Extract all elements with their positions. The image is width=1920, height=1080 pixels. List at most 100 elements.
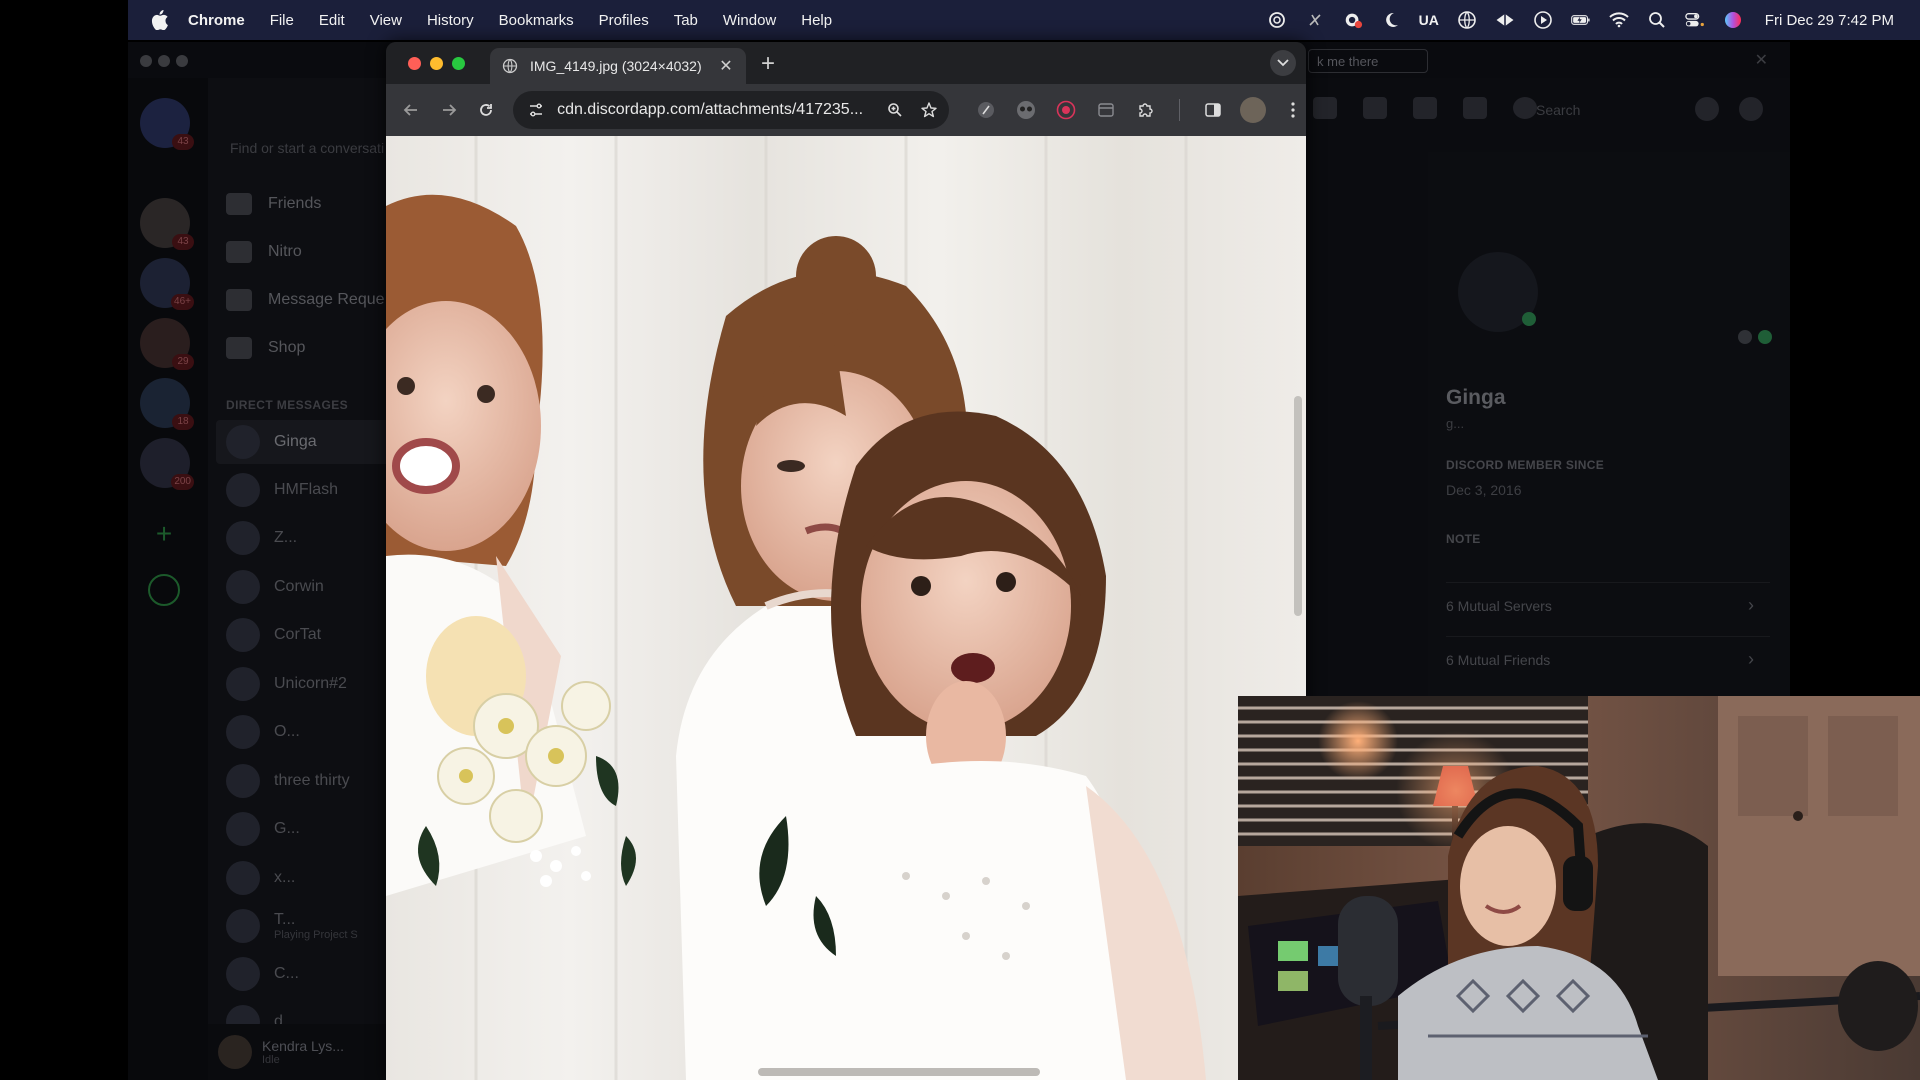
- chrome-window: IMG_4149.jpg (3024×4032) ✕ + cdn.discord…: [386, 42, 1306, 1080]
- moon-icon[interactable]: [1381, 10, 1401, 30]
- mutual-servers-row[interactable]: 6 Mutual Servers ›: [1446, 582, 1770, 628]
- server-icon[interactable]: 43: [140, 198, 194, 250]
- extensions-puzzle-icon[interactable]: [1133, 97, 1159, 123]
- chat-search-input[interactable]: Search: [1528, 97, 1678, 125]
- discord-zoom-button[interactable]: [176, 55, 188, 67]
- avatar: [226, 812, 260, 846]
- input-source-icon[interactable]: UA: [1419, 10, 1439, 30]
- extension-feather-icon[interactable]: [973, 97, 999, 123]
- window-zoom-button[interactable]: [452, 57, 465, 70]
- url-text: cdn.discordapp.com/attachments/417235...: [557, 101, 864, 118]
- menu-profiles[interactable]: Profiles: [599, 12, 649, 29]
- discord-close-button[interactable]: [140, 55, 152, 67]
- avatar: [226, 618, 260, 652]
- friends-icon: [226, 193, 252, 215]
- forward-button[interactable]: [432, 93, 466, 127]
- toolbar-divider: [1179, 99, 1180, 121]
- server-badge: 43: [172, 234, 194, 250]
- play-icon[interactable]: [1533, 10, 1553, 30]
- extension-window-icon[interactable]: [1093, 97, 1119, 123]
- arrow-left-icon: [403, 104, 417, 116]
- notice-action-button[interactable]: k me there: [1308, 49, 1428, 73]
- side-panel-icon[interactable]: [1200, 97, 1226, 123]
- profile-name: Ginga: [1446, 386, 1506, 409]
- add-friend-icon[interactable]: [1463, 97, 1487, 119]
- server-rail: 43 43 46+ 29 18 200 +: [128, 78, 208, 1080]
- tab-close-icon[interactable]: ✕: [718, 56, 734, 76]
- menu-edit[interactable]: Edit: [319, 12, 345, 29]
- server-icon[interactable]: 18: [140, 378, 194, 430]
- horizontal-scrollbar[interactable]: [758, 1068, 1040, 1076]
- menu-bookmarks[interactable]: Bookmarks: [499, 12, 574, 29]
- badge-icon: [1758, 330, 1772, 344]
- server-icon[interactable]: 200: [140, 438, 194, 490]
- globe-icon[interactable]: [1457, 10, 1477, 30]
- apple-menu-icon[interactable]: [150, 10, 168, 30]
- feather-off-icon[interactable]: [1305, 10, 1325, 30]
- siri-icon[interactable]: [1723, 10, 1743, 30]
- address-bar[interactable]: cdn.discordapp.com/attachments/417235...: [513, 91, 949, 129]
- spotlight-search-icon[interactable]: [1647, 10, 1667, 30]
- avatar: [226, 521, 260, 555]
- profile-avatar[interactable]: [1240, 97, 1266, 123]
- shop-icon: [226, 337, 252, 359]
- menu-clock[interactable]: Fri Dec 29 7:42 PM: [1765, 12, 1894, 29]
- status-tray: UA Fri Dec 29 7:42 PM: [1267, 0, 1894, 40]
- voice-call-icon[interactable]: [1313, 97, 1337, 119]
- home-server-icon[interactable]: 43: [140, 98, 194, 150]
- wifi-icon[interactable]: [1609, 10, 1629, 30]
- menu-view[interactable]: View: [370, 12, 402, 29]
- menu-app-chrome[interactable]: Chrome: [188, 12, 245, 29]
- server-icon[interactable]: 46+: [140, 258, 194, 310]
- mutual-friends-row[interactable]: 6 Mutual Friends ›: [1446, 636, 1770, 682]
- new-tab-button[interactable]: +: [756, 50, 780, 78]
- diamond-icon[interactable]: [1495, 10, 1515, 30]
- online-status-dot: [1522, 312, 1536, 326]
- avatar: [226, 861, 260, 895]
- site-info-icon[interactable]: [525, 99, 547, 121]
- window-minimize-button[interactable]: [430, 57, 443, 70]
- add-server-icon[interactable]: +: [148, 518, 180, 550]
- server-badge: 46+: [171, 294, 194, 310]
- note-label: NOTE: [1446, 532, 1481, 546]
- window-close-button[interactable]: [408, 57, 421, 70]
- zoom-icon[interactable]: [881, 96, 909, 124]
- notice-close-icon[interactable]: ✕: [1755, 50, 1768, 70]
- cloud-alert-icon[interactable]: [1343, 10, 1363, 30]
- menu-file[interactable]: File: [270, 12, 294, 29]
- tab-search-button[interactable]: [1270, 50, 1296, 76]
- inbox-icon[interactable]: [1695, 97, 1719, 121]
- avatar[interactable]: [218, 1035, 252, 1069]
- reload-button[interactable]: [469, 93, 503, 127]
- arrow-right-icon: [442, 104, 456, 116]
- webcam-overlay: [1238, 696, 1920, 1080]
- menu-window[interactable]: Window: [723, 12, 776, 29]
- image-viewport[interactable]: [386, 136, 1306, 1080]
- battery-charging-icon[interactable]: [1570, 10, 1591, 30]
- help-icon[interactable]: [1739, 97, 1763, 121]
- control-center-icon[interactable]: [1685, 10, 1705, 30]
- openai-icon[interactable]: [1267, 10, 1287, 30]
- profile-avatar: [1458, 252, 1538, 332]
- menu-help[interactable]: Help: [801, 12, 832, 29]
- explore-servers-icon[interactable]: [148, 574, 180, 606]
- reload-icon: [480, 104, 493, 116]
- server-icon[interactable]: 29: [140, 318, 194, 370]
- extension-mask-icon[interactable]: [1013, 97, 1039, 123]
- video-call-icon[interactable]: [1363, 97, 1387, 119]
- server-badge: 18: [172, 414, 194, 430]
- bookmark-star-icon[interactable]: [915, 96, 943, 124]
- pin-icon[interactable]: [1413, 97, 1437, 119]
- badge-icon: [1738, 330, 1752, 344]
- extension-record-icon[interactable]: [1053, 97, 1079, 123]
- menu-history[interactable]: History: [427, 12, 474, 29]
- vertical-scrollbar[interactable]: [1294, 396, 1302, 616]
- tab-strip: IMG_4149.jpg (3024×4032) ✕ +: [386, 42, 1306, 84]
- back-button[interactable]: [394, 93, 428, 127]
- tab-image[interactable]: IMG_4149.jpg (3024×4032) ✕: [490, 48, 746, 84]
- discord-minimize-button[interactable]: [158, 55, 170, 67]
- extensions-area: [973, 97, 1306, 123]
- menu-tab[interactable]: Tab: [674, 12, 698, 29]
- profile-tag: g...: [1446, 416, 1465, 431]
- more-menu-icon[interactable]: [1280, 97, 1306, 123]
